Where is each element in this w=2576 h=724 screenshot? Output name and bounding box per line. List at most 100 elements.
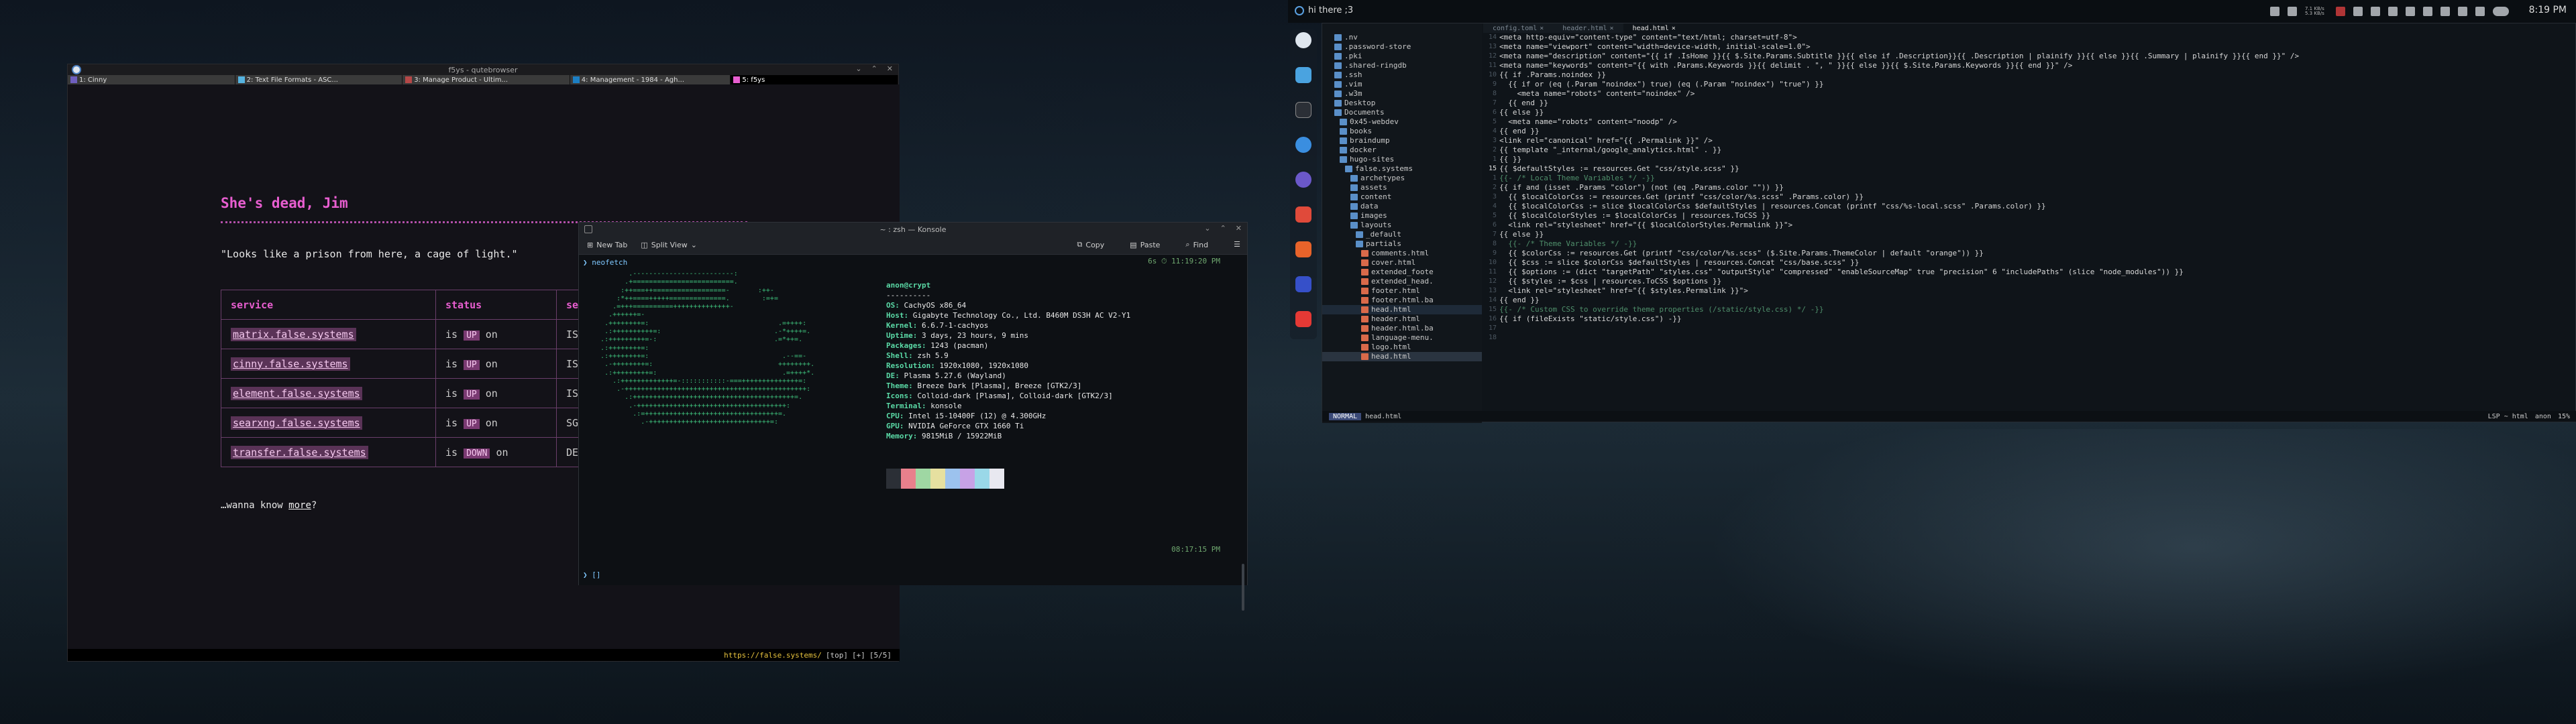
close-icon[interactable]: ×	[1540, 25, 1544, 32]
terminal-scrollbar[interactable]	[1242, 564, 1244, 611]
tree-folder[interactable]: _default	[1322, 230, 1482, 239]
toggle-icon[interactable]	[2493, 7, 2509, 16]
files-dock-icon[interactable]	[1295, 67, 1311, 83]
prompt-input[interactable]: ❯ []	[583, 570, 601, 579]
browser-titlebar[interactable]: f5ys - qutebrowser ⌄ ⌃ ✕	[68, 64, 898, 75]
code-line: {{ end }}	[1499, 99, 1548, 107]
tree-file[interactable]: footer.html	[1322, 286, 1482, 296]
send-icon[interactable]	[2371, 7, 2380, 16]
steam-dock-icon[interactable]	[1295, 137, 1311, 153]
code-area[interactable]: <meta http-equiv="content-type" content=…	[1499, 33, 2573, 412]
browser-tab-2[interactable]: 2: Text File Formats - ASC...	[235, 75, 403, 84]
copy-button[interactable]: ⧉ Copy	[1077, 240, 1105, 249]
new-tab-button[interactable]: ⊞ New Tab	[587, 241, 627, 249]
bluetooth-icon[interactable]	[2388, 7, 2398, 16]
tree-folder[interactable]: hugo-sites	[1322, 155, 1482, 164]
more-link[interactable]: more	[288, 500, 311, 511]
tree-folder[interactable]: docker	[1322, 145, 1482, 155]
konsole-window[interactable]: ~ : zsh — Konsole ⌄ ⌃ ✕ ⊞ New Tab ◫ Split …	[578, 222, 1248, 611]
notifications-icon[interactable]	[2475, 7, 2485, 16]
tree-folder[interactable]: .password-store	[1322, 42, 1482, 52]
tree-file[interactable]: language-menu.	[1322, 333, 1482, 343]
fedora-dock-icon[interactable]	[1295, 276, 1311, 292]
mastodon-dock-icon[interactable]	[1295, 241, 1311, 257]
tree-folder[interactable]: images	[1322, 211, 1482, 221]
download-icon[interactable]	[2270, 7, 2279, 16]
tree-folder[interactable]: braindump	[1322, 136, 1482, 145]
close-icon[interactable]: ×	[1672, 25, 1676, 32]
browser-tab-5[interactable]: 5: f5ys	[731, 75, 898, 84]
hamburger-menu-icon[interactable]: ☰	[1234, 240, 1240, 249]
konsole-titlebar[interactable]: ~ : zsh — Konsole ⌄ ⌃ ✕	[579, 223, 1247, 236]
app-icon-red[interactable]	[2336, 7, 2345, 16]
file-tree[interactable]: .nv .password-store .pki .shared-ringdb .ssh…	[1322, 23, 1482, 423]
editor-tab-head[interactable]: head.html ×	[1623, 23, 1685, 33]
service-link[interactable]: searxng.false.systems	[231, 416, 362, 430]
tree-folder[interactable]: layouts	[1322, 221, 1482, 230]
tree-folder[interactable]: Desktop	[1322, 99, 1482, 108]
service-link[interactable]: matrix.false.systems	[231, 327, 356, 341]
maximize-icon[interactable]: ⌃	[1220, 224, 1226, 233]
display-icon[interactable]	[2440, 7, 2450, 16]
clock[interactable]: 8:19 PM	[2529, 5, 2567, 15]
new-tab-icon: ⊞	[587, 241, 594, 249]
tree-file[interactable]: head.html	[1322, 305, 1482, 314]
tree-file[interactable]: extended_foote	[1322, 267, 1482, 277]
tree-folder[interactable]: assets	[1322, 183, 1482, 192]
terminal-dock-icon[interactable]	[1295, 102, 1311, 118]
code-line: {{ $defaultStyles := resources.Get "css/…	[1499, 164, 1739, 173]
service-link[interactable]: element.false.systems	[231, 386, 362, 400]
tree-folder[interactable]: Documents	[1322, 108, 1482, 117]
close-icon[interactable]: ✕	[887, 64, 893, 73]
tree-folder[interactable]: false.systems	[1322, 164, 1482, 174]
network-icon[interactable]	[2406, 7, 2415, 16]
close-icon[interactable]: ✕	[1236, 224, 1242, 233]
editor-tab-config[interactable]: config.toml ×	[1483, 23, 1554, 33]
keyboard-icon[interactable]	[2288, 7, 2297, 16]
minimize-icon[interactable]: ⌄	[1204, 224, 1210, 233]
tree-folder[interactable]: content	[1322, 192, 1482, 202]
split-view-button[interactable]: ◫ Split View ⌄	[641, 241, 697, 249]
tree-file[interactable]: cover.html	[1322, 258, 1482, 267]
volume-icon[interactable]	[2423, 7, 2432, 16]
terminal-area[interactable]: ❯ neofetch 6s ⏱ 11:19:20 PM .-----------…	[579, 255, 1247, 611]
close-icon[interactable]: ×	[1610, 25, 1614, 32]
tree-folder[interactable]: 0x45-webdev	[1322, 117, 1482, 127]
tree-file[interactable]: footer.html.ba	[1322, 296, 1482, 305]
tree-folder[interactable]: .w3m	[1322, 89, 1482, 99]
tree-folder[interactable]: .vim	[1322, 80, 1482, 89]
tree-folder[interactable]: archetypes	[1322, 174, 1482, 183]
editor-tab-header[interactable]: header.html ×	[1553, 23, 1623, 33]
network-speed-icon[interactable]: 7.1 KB/s 5.3 KB/s	[2305, 7, 2328, 16]
youtube-dock-icon[interactable]	[1295, 311, 1311, 327]
browser-tab-3[interactable]: 3: Manage Product - Ultim...	[402, 75, 570, 84]
maximize-icon[interactable]: ⌃	[871, 64, 877, 73]
tree-folder[interactable]: partials	[1322, 239, 1482, 249]
tree-file[interactable]: head.html	[1322, 352, 1482, 361]
browser-tab-4[interactable]: 4: Management - 1984 - Agh...	[570, 75, 731, 84]
service-link[interactable]: transfer.false.systems	[231, 445, 368, 459]
tree-file[interactable]: header.html	[1322, 314, 1482, 324]
code-editor-window[interactable]: .nv .password-store .pki .shared-ringdb .ssh…	[1322, 23, 2576, 423]
service-link[interactable]: cinny.false.systems	[231, 357, 350, 371]
tree-file[interactable]: comments.html	[1322, 249, 1482, 258]
tree-folder[interactable]: books	[1322, 127, 1482, 136]
paste-button[interactable]: ▤ Paste	[1130, 240, 1160, 249]
dock-icon-red[interactable]	[1295, 206, 1311, 223]
tree-folder[interactable]: .nv	[1322, 33, 1482, 42]
tree-folder[interactable]: data	[1322, 202, 1482, 211]
workspace-indicator[interactable]: hi there ;3	[1295, 5, 1353, 15]
find-button[interactable]: ⌕ Find	[1185, 240, 1208, 249]
tree-file[interactable]: logo.html	[1322, 343, 1482, 352]
qutebrowser-dock-icon[interactable]	[1295, 32, 1311, 48]
browser-tab-1[interactable]: 1: Cinny	[68, 75, 235, 84]
tree-file[interactable]: extended_head.	[1322, 277, 1482, 286]
tree-folder[interactable]: .ssh	[1322, 70, 1482, 80]
battery-icon[interactable]	[2458, 7, 2467, 16]
tree-folder[interactable]: .pki	[1322, 52, 1482, 61]
tree-folder[interactable]: .shared-ringdb	[1322, 61, 1482, 70]
app-dock-icon[interactable]	[1295, 172, 1311, 188]
minimize-icon[interactable]: ⌄	[855, 64, 861, 73]
tree-file[interactable]: header.html.ba	[1322, 324, 1482, 333]
clipboard-icon[interactable]	[2353, 7, 2363, 16]
